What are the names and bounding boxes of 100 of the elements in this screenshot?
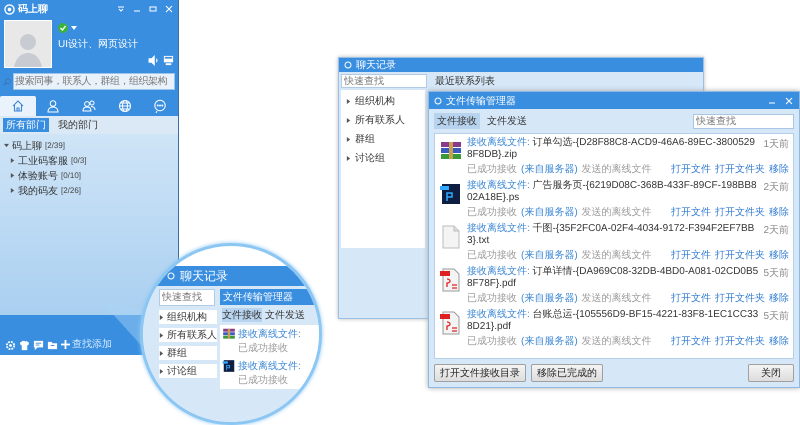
file-action-link[interactable]: 打开文件 [671, 162, 711, 176]
status-text: 已成功接收 [467, 334, 517, 348]
sender-text: (来自服务器) [521, 292, 578, 305]
file-action-link[interactable]: 打开文件 [671, 291, 711, 305]
status-text: 已成功接收 [467, 162, 517, 176]
tree-group[interactable]: 码上聊 [2/39] [4, 138, 174, 153]
logo-icon [4, 4, 15, 14]
file-action-link[interactable]: 移除 [769, 162, 789, 176]
expand-icon[interactable] [10, 188, 15, 193]
file-time: 5天前 [763, 267, 789, 280]
collapsed-arrow-icon [159, 350, 164, 356]
contact-category[interactable]: 组织机构 [343, 94, 423, 108]
sender-text: (来自服务器) [521, 248, 578, 262]
settings-icon[interactable] [5, 340, 16, 351]
archive-icon [222, 327, 236, 341]
file-action-link[interactable]: 移除 [769, 291, 789, 305]
window-title: 聊天记录 [180, 268, 228, 284]
contact-category[interactable]: 所有联系人 [343, 113, 423, 127]
file-action-link[interactable]: 打开文件 [671, 205, 711, 219]
tree-group[interactable]: 体验账号 [0/10] [4, 168, 174, 183]
status-text: 已成功接收 [467, 292, 517, 305]
status-text: 已成功接收 [467, 206, 517, 219]
contact-category[interactable]: 讨论组 [159, 364, 217, 378]
search-field[interactable]: 快速查找 [693, 114, 794, 128]
file-action-link[interactable]: 移除 [769, 205, 789, 219]
file-action-link[interactable]: 打开文件 [671, 334, 711, 348]
file-action-link[interactable]: 打开文件 [671, 248, 711, 262]
collapsed-arrow-icon [346, 98, 351, 104]
expand-icon[interactable] [4, 143, 9, 148]
file-tab[interactable]: 文件发送 [265, 308, 305, 322]
contact-category[interactable]: 讨论组 [343, 151, 423, 165]
app-name: 码上聊 [18, 2, 48, 16]
contact-category[interactable]: 群组 [159, 346, 217, 360]
window-icon [167, 272, 175, 280]
sender-text: (来自服务器) [521, 334, 578, 348]
file-action-link[interactable]: 打开文件夹 [715, 291, 765, 305]
monitor-icon[interactable] [163, 55, 174, 66]
file-name: 接收离线文件: 广告服务页-{6219D08C-368B-433F-89CF-198BB802A18E}.ps [467, 180, 758, 204]
search-field[interactable]: 快速查找 [159, 289, 215, 306]
note-text: 发送的离线文件 [582, 334, 652, 348]
file-tab[interactable]: 文件接收 [222, 308, 262, 322]
close-icon[interactable] [784, 96, 794, 106]
message-icon[interactable] [33, 340, 44, 351]
file-name: 接收离线文件: 台账总运-{105556D9-BF15-4221-83F8-1EC1CC338D21}.pdf [467, 309, 760, 333]
group-icon [82, 99, 96, 113]
chat-icon [153, 99, 168, 113]
close-button[interactable]: 关闭 [748, 364, 794, 382]
collapsed-arrow-icon [346, 156, 351, 160]
nav-tab[interactable] [0, 96, 36, 116]
shirt-icon[interactable] [19, 340, 30, 351]
window-icon [434, 96, 442, 104]
file-tab[interactable]: 文件接收 [434, 113, 480, 129]
expand-icon[interactable] [10, 173, 15, 178]
file-action-link[interactable]: 移除 [769, 248, 789, 262]
collapsed-arrow-icon [159, 314, 164, 320]
file-time: 2天前 [763, 224, 789, 237]
window-title: 文件传输管理器 [223, 292, 293, 303]
footer-button[interactable]: 移除已完成的 [531, 364, 603, 382]
file-tab[interactable]: 文件发送 [484, 113, 530, 129]
collapsed-arrow-icon [159, 368, 164, 374]
contact-category[interactable]: 群组 [343, 132, 423, 146]
status-text: 已成功接收 [238, 374, 289, 387]
note-text: 发送的离线文件 [582, 248, 652, 262]
contact-category[interactable]: 所有联系人 [159, 328, 217, 342]
department-tab[interactable]: 我的部门 [55, 118, 101, 132]
speaker-icon[interactable] [148, 55, 159, 66]
online-status-icon[interactable] [58, 23, 68, 33]
status-text: 已成功接收 [238, 342, 289, 355]
search-field[interactable]: 搜索同事，联系人，群组，组织架构 [0, 71, 178, 94]
avatar-placeholder [4, 20, 52, 68]
footer-button[interactable]: 打开文件接收目录 [434, 364, 526, 382]
image-file-icon [222, 359, 236, 373]
collapsed-arrow-icon [346, 118, 351, 122]
sender-text: (来自服务器) [521, 206, 578, 219]
sender-text: (来自服务器) [521, 162, 578, 176]
contact-category[interactable]: 组织机构 [159, 310, 217, 324]
tree-group[interactable]: 我的码友 [2/26] [4, 183, 174, 198]
file-name: 接收离线文件: 千图-{35F2FC0A-02F4-4034-9172-F394F2EF7BB3}.txt [467, 223, 756, 247]
search-field[interactable]: 快速查找 [341, 74, 427, 88]
file-action-link[interactable]: 移除 [769, 334, 789, 348]
file-action-link[interactable]: 打开文件夹 [715, 162, 765, 176]
file-action-link[interactable]: 打开文件夹 [715, 248, 765, 262]
expand-icon[interactable] [10, 158, 15, 163]
file-time: 1天前 [763, 138, 789, 151]
file-action-link[interactable]: 打开文件夹 [715, 334, 765, 348]
maximize-icon[interactable] [148, 4, 158, 14]
menu-icon[interactable] [116, 4, 126, 14]
tree-group[interactable]: 工业码客服 [0/3] [4, 153, 174, 168]
plus-icon [61, 340, 70, 348]
note-text: 发送的离线文件 [582, 292, 652, 305]
signature-text: UI设计、网页设计 [58, 38, 139, 51]
folder-icon[interactable] [47, 340, 58, 351]
file-label: 接收离线文件: [238, 360, 301, 373]
file-action-link[interactable]: 打开文件夹 [715, 205, 765, 219]
collapsed-arrow-icon [159, 332, 164, 338]
file-time: 2天前 [763, 181, 789, 194]
file-time: 5天前 [763, 310, 789, 323]
window-title: 聊天记录 [356, 59, 396, 72]
caret-icon[interactable] [71, 26, 77, 30]
close-icon[interactable] [164, 4, 174, 14]
